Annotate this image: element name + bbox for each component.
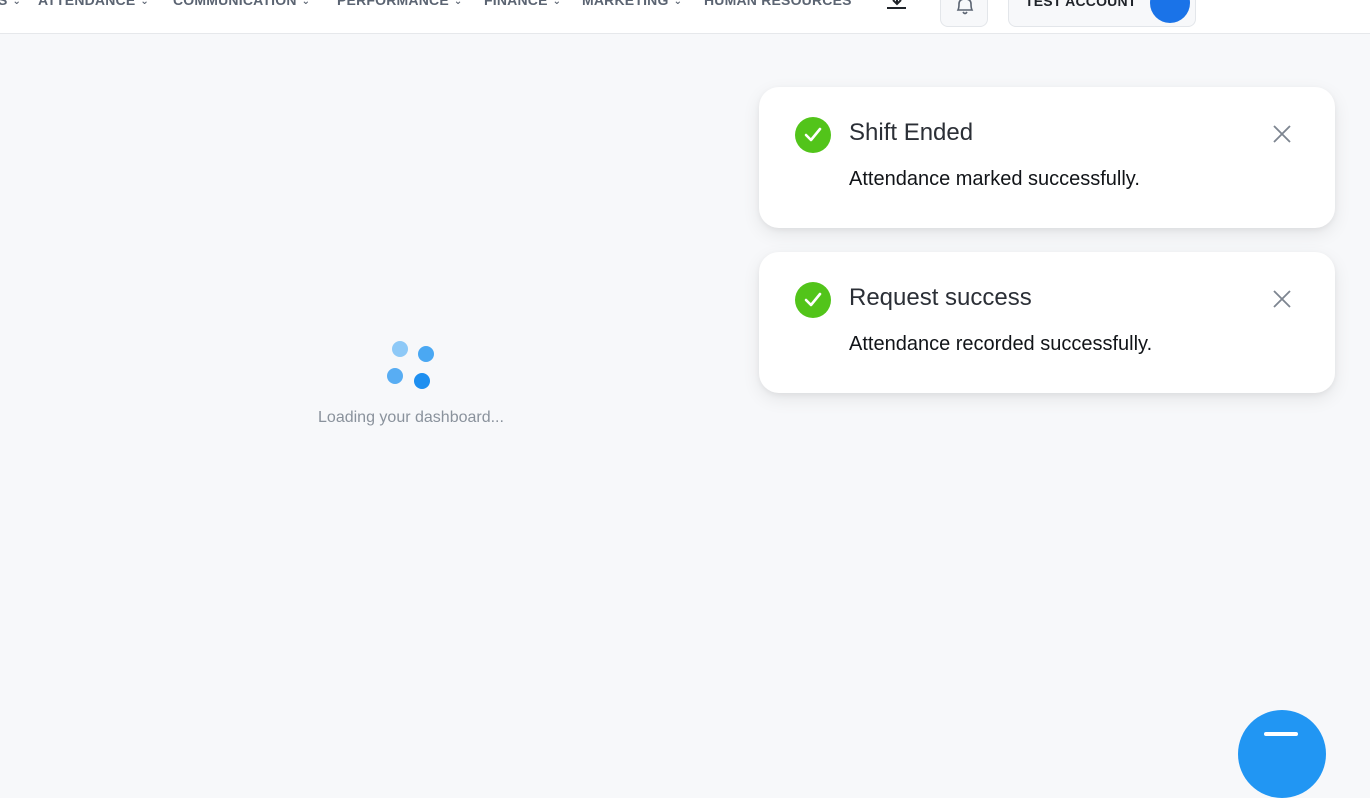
toast-message: Attendance recorded successfully. bbox=[849, 333, 1153, 355]
chat-icon bbox=[1264, 732, 1298, 736]
toast-notification: Shift Ended Attendance marked successful… bbox=[759, 87, 1335, 228]
nav-item-partial[interactable]: S ⌄ bbox=[0, 0, 21, 12]
loader-dot bbox=[414, 373, 430, 389]
close-icon[interactable] bbox=[1272, 289, 1292, 309]
nav-item-finance[interactable]: FINANCE ⌄ bbox=[484, 0, 561, 12]
close-icon[interactable] bbox=[1272, 124, 1292, 144]
account-name: TEST ACCOUNT bbox=[1025, 0, 1137, 9]
chevron-down-icon: ⌄ bbox=[552, 0, 562, 7]
toast-message: Attendance marked successfully. bbox=[849, 168, 1140, 190]
nav-item-label: PERFORMANCE bbox=[337, 0, 449, 8]
chevron-down-icon: ⌄ bbox=[673, 0, 683, 7]
top-navigation-bar: S ⌄ ATTENDANCE ⌄ COMMUNICATION ⌄ PERFORMANC… bbox=[0, 0, 1370, 34]
toast-title: Request success bbox=[849, 284, 1032, 311]
nav-item-human-resources[interactable]: HUMAN RESOURCES bbox=[704, 0, 852, 12]
nav-item-label: ATTENDANCE bbox=[38, 0, 136, 8]
loader-dot bbox=[418, 346, 434, 362]
loading-text: Loading your dashboard... bbox=[318, 409, 504, 426]
chevron-down-icon: ⌄ bbox=[12, 0, 22, 7]
nav-item-attendance[interactable]: ATTENDANCE ⌄ bbox=[38, 0, 149, 12]
nav-item-marketing[interactable]: MARKETING ⌄ bbox=[582, 0, 682, 12]
loader-dot bbox=[392, 341, 408, 357]
account-menu[interactable]: TEST ACCOUNT bbox=[1008, 0, 1196, 27]
chevron-down-icon: ⌄ bbox=[140, 0, 149, 7]
notifications-button[interactable] bbox=[940, 0, 988, 27]
chevron-down-icon: ⌄ bbox=[453, 0, 463, 7]
loader-dot bbox=[387, 368, 403, 384]
check-circle-icon bbox=[795, 117, 831, 153]
loading-spinner bbox=[386, 340, 436, 390]
download-icon[interactable] bbox=[886, 0, 908, 10]
toast-title: Shift Ended bbox=[849, 119, 974, 146]
nav-item-communication[interactable]: COMMUNICATION ⌄ bbox=[173, 0, 310, 12]
nav-item-label: FINANCE bbox=[484, 0, 548, 8]
check-circle-icon bbox=[795, 282, 831, 318]
toast-notification: Request success Attendance recorded succ… bbox=[759, 252, 1335, 393]
chat-fab-button[interactable] bbox=[1238, 710, 1326, 798]
nav-item-label: HUMAN RESOURCES bbox=[704, 0, 852, 8]
nav-item-label: MARKETING bbox=[582, 0, 669, 8]
nav-item-label: S bbox=[0, 0, 8, 8]
avatar bbox=[1150, 0, 1190, 23]
chevron-down-icon: ⌄ bbox=[301, 0, 311, 7]
bell-icon bbox=[956, 0, 974, 15]
nav-item-label: COMMUNICATION bbox=[173, 0, 297, 8]
nav-item-performance[interactable]: PERFORMANCE ⌄ bbox=[337, 0, 462, 12]
